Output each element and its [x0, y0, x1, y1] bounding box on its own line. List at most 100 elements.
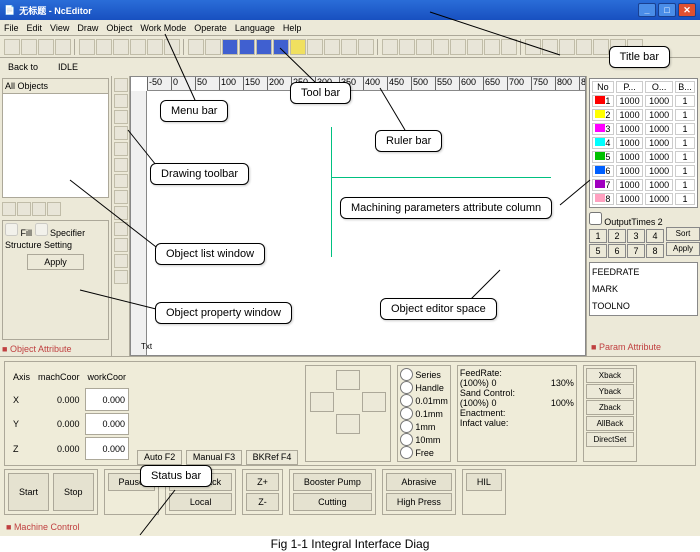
- menu-draw[interactable]: Draw: [77, 23, 98, 33]
- polygon-icon[interactable]: [114, 190, 128, 204]
- color-row[interactable]: 4100010001: [592, 137, 695, 149]
- toolbar-button[interactable]: [79, 39, 95, 55]
- numpad-6[interactable]: 6: [608, 244, 626, 258]
- start-button[interactable]: Start: [8, 473, 49, 511]
- specifier-checkbox[interactable]: [35, 223, 48, 236]
- numpad-8[interactable]: 8: [646, 244, 664, 258]
- toolbar-button[interactable]: [205, 39, 221, 55]
- output-times-checkbox[interactable]: [589, 212, 602, 225]
- toolbar-button[interactable]: [239, 39, 255, 55]
- step-radio[interactable]: [400, 420, 413, 433]
- toolbar-button[interactable]: [21, 39, 37, 55]
- step-radio[interactable]: [400, 446, 413, 459]
- menu-edit[interactable]: Edit: [27, 23, 43, 33]
- zoom-icon[interactable]: [114, 270, 128, 284]
- pan-icon[interactable]: [114, 254, 128, 268]
- step-radio[interactable]: [400, 368, 413, 381]
- hil-button[interactable]: HIL: [466, 473, 502, 491]
- toolbar-button[interactable]: [38, 39, 54, 55]
- list-nav-button[interactable]: [32, 202, 46, 216]
- toolbar-button[interactable]: [147, 39, 163, 55]
- toolbar-button[interactable]: [484, 39, 500, 55]
- toolbar-button[interactable]: [358, 39, 374, 55]
- object-attribute-tab[interactable]: ■ Object Attribute: [0, 342, 111, 356]
- menu-work-mode[interactable]: Work Mode: [140, 23, 186, 33]
- numpad-7[interactable]: 7: [627, 244, 645, 258]
- ellipse-icon[interactable]: [114, 174, 128, 188]
- sort-button[interactable]: Sort: [666, 227, 700, 241]
- toolbar-button[interactable]: [96, 39, 112, 55]
- jog-x-minus[interactable]: [310, 392, 334, 412]
- z-plus-button[interactable]: Z+: [246, 473, 279, 491]
- numpad-1[interactable]: 1: [589, 229, 607, 243]
- toolbar-button[interactable]: [324, 39, 340, 55]
- list-nav-button[interactable]: [17, 202, 31, 216]
- star-icon[interactable]: [114, 238, 128, 252]
- numpad-2[interactable]: 2: [608, 229, 626, 243]
- menu-operate[interactable]: Operate: [194, 23, 227, 33]
- toolbar-button[interactable]: [542, 39, 558, 55]
- z-minus-button[interactable]: Z-: [246, 493, 279, 511]
- workcoor-Z[interactable]: 0.000: [85, 437, 130, 460]
- yback-button[interactable]: Yback: [586, 384, 634, 399]
- param-attribute-tab[interactable]: ■ Param Attribute: [589, 340, 698, 354]
- manual-mode-button[interactable]: Manual F3: [186, 450, 242, 465]
- directset-button[interactable]: DirectSet: [586, 432, 634, 447]
- menu-help[interactable]: Help: [283, 23, 302, 33]
- toolbar-button[interactable]: [55, 39, 71, 55]
- jog-y-plus[interactable]: [336, 370, 360, 390]
- menu-object[interactable]: Object: [106, 23, 132, 33]
- toolbar-button[interactable]: [188, 39, 204, 55]
- workcoor-Y[interactable]: 0.000: [85, 413, 130, 436]
- booster-button[interactable]: Booster Pump: [293, 473, 372, 491]
- workcoor-X[interactable]: 0.000: [85, 388, 130, 411]
- toolbar-button[interactable]: [307, 39, 323, 55]
- cutting-button[interactable]: Cutting: [293, 493, 372, 511]
- fill-icon[interactable]: [114, 222, 128, 236]
- allback-button[interactable]: AllBack: [586, 416, 634, 431]
- object-list-window[interactable]: All Objects: [2, 78, 109, 198]
- toolbar-button[interactable]: [467, 39, 483, 55]
- machine-control-tab[interactable]: ■ Machine Control: [4, 520, 81, 534]
- toolbar-button[interactable]: [256, 39, 272, 55]
- jog-y-minus[interactable]: [336, 414, 360, 434]
- apply-right-button[interactable]: Apply: [666, 242, 700, 256]
- color-row[interactable]: 5100010001: [592, 151, 695, 163]
- highpress-button[interactable]: High Press: [386, 493, 452, 511]
- numpad-5[interactable]: 5: [589, 244, 607, 258]
- toolbar-button[interactable]: [433, 39, 449, 55]
- toolbar-button[interactable]: [525, 39, 541, 55]
- local-button[interactable]: Local: [169, 493, 232, 511]
- maximize-button[interactable]: □: [658, 3, 676, 17]
- toolbar-button[interactable]: [450, 39, 466, 55]
- color-row[interactable]: 6100010001: [592, 165, 695, 177]
- zback-button[interactable]: Zback: [586, 400, 634, 415]
- list-nav-button[interactable]: [2, 202, 16, 216]
- toolbar-button[interactable]: [501, 39, 517, 55]
- color-row[interactable]: 1100010001: [592, 95, 695, 107]
- circle-icon[interactable]: [114, 158, 128, 172]
- toolbar-button[interactable]: [399, 39, 415, 55]
- rect-icon[interactable]: [114, 110, 128, 124]
- toolbar-button[interactable]: [222, 39, 238, 55]
- color-row[interactable]: 3100010001: [592, 123, 695, 135]
- toolbar-button[interactable]: [130, 39, 146, 55]
- step-radio[interactable]: [400, 407, 413, 420]
- arc-icon[interactable]: [114, 142, 128, 156]
- pointer-icon[interactable]: [114, 78, 128, 92]
- jog-x-plus[interactable]: [362, 392, 386, 412]
- list-nav-button[interactable]: [47, 202, 61, 216]
- toolbar-button[interactable]: [382, 39, 398, 55]
- fill-checkbox[interactable]: [5, 223, 18, 236]
- stop-button[interactable]: Stop: [53, 473, 94, 511]
- toolbar-button[interactable]: [164, 39, 180, 55]
- toolbar-button[interactable]: [576, 39, 592, 55]
- toolbar-button[interactable]: [113, 39, 129, 55]
- text-icon[interactable]: [114, 206, 128, 220]
- curve-icon[interactable]: [114, 126, 128, 140]
- toolbar-button[interactable]: [4, 39, 20, 55]
- toolbar-button[interactable]: [416, 39, 432, 55]
- line-icon[interactable]: [114, 94, 128, 108]
- toolbar-button[interactable]: [273, 39, 289, 55]
- minimize-button[interactable]: _: [638, 3, 656, 17]
